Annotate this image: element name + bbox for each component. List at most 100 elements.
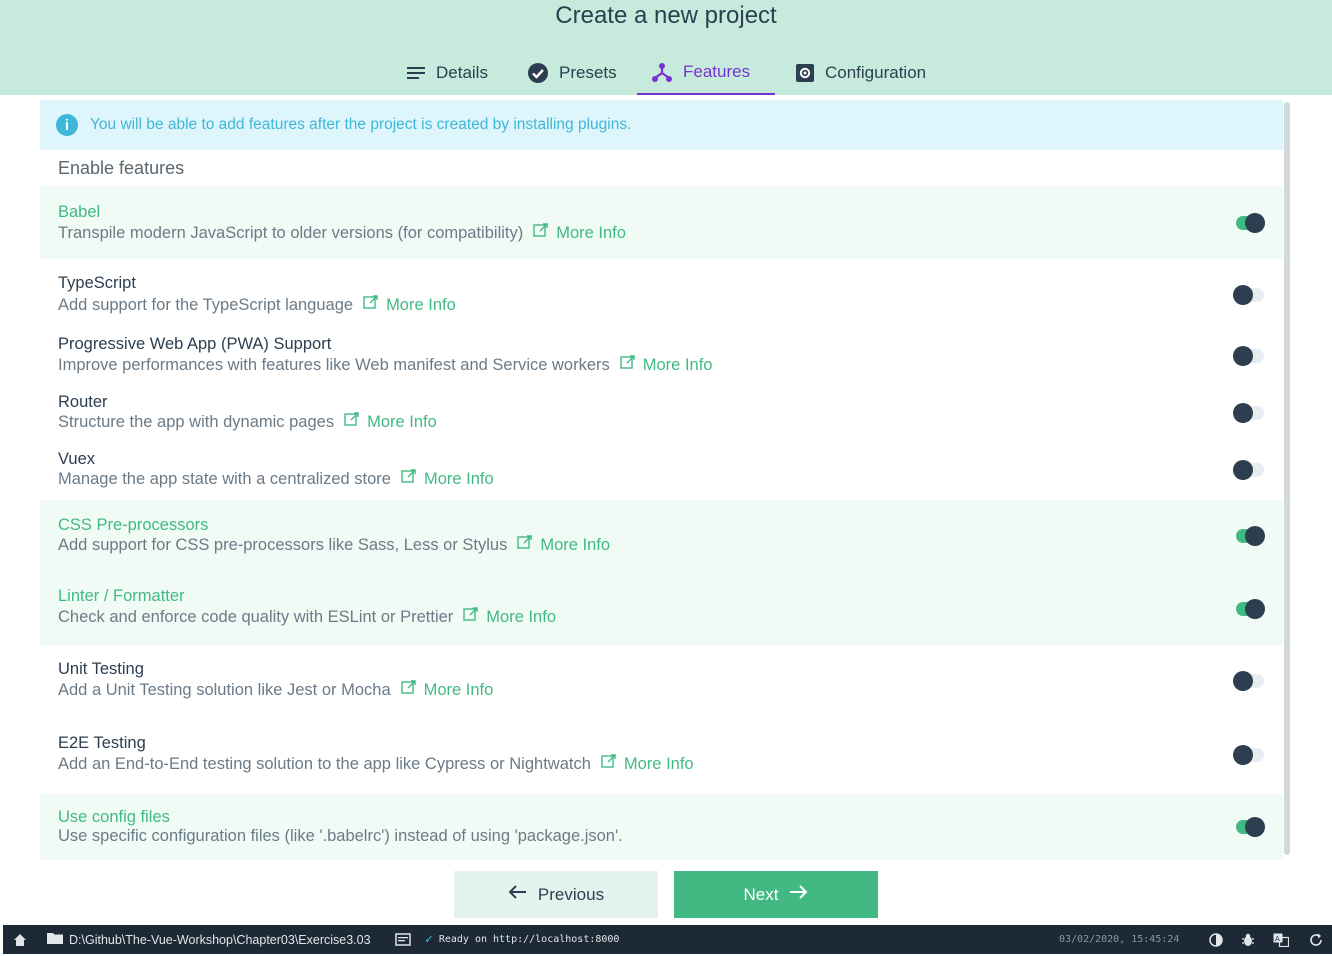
tab-details[interactable]: Details	[392, 50, 502, 95]
feature-toggle[interactable]	[1233, 599, 1265, 619]
feature-row[interactable]: Vuex Manage the app state with a centrali…	[40, 447, 1283, 497]
project-path[interactable]: D:\Github\The-Vue-Workshop\Chapter03\Exe…	[47, 925, 371, 954]
check-icon: ✓	[425, 932, 433, 947]
status-text: Ready on http://localhost:8000	[438, 934, 620, 945]
tab-presets[interactable]: Presets	[513, 50, 631, 95]
external-link-icon[interactable]	[344, 412, 359, 432]
feature-toggle[interactable]	[1233, 817, 1265, 837]
more-info-link[interactable]: More Info	[486, 608, 556, 627]
tab-features[interactable]: Features	[637, 50, 775, 95]
feature-row[interactable]: E2E Testing Add an End-to-End testing sol…	[40, 731, 1283, 781]
page-title: Create a new project	[555, 2, 777, 29]
feature-toggle[interactable]	[1233, 745, 1265, 765]
path-text: D:\Github\The-Vue-Workshop\Chapter03\Exe…	[69, 932, 371, 947]
toggle-knob	[1233, 460, 1253, 480]
feature-description: Add support for CSS pre-processors like …	[58, 535, 610, 555]
feature-row[interactable]: Progressive Web App (PWA) Support Improve…	[40, 332, 1283, 382]
tab-label: Features	[683, 61, 751, 81]
status-bar: D:\Github\The-Vue-Workshop\Chapter03\Exe…	[3, 925, 1332, 954]
external-link-icon[interactable]	[517, 535, 533, 555]
feature-name: E2E Testing	[58, 734, 146, 752]
home-icon[interactable]	[13, 925, 27, 954]
previous-button[interactable]: Previous	[454, 871, 658, 918]
feature-description-text: Structure the app with dynamic pages	[58, 412, 335, 431]
arrow-right-icon	[788, 884, 808, 905]
toggle-knob	[1233, 285, 1253, 305]
feature-description-text: Improve performances with features like …	[58, 355, 610, 374]
feature-description: Structure the app with dynamic pages More…	[58, 412, 437, 432]
toggle-knob	[1233, 671, 1253, 691]
feature-description: Improve performances with features like …	[58, 355, 712, 375]
toggle-knob	[1245, 213, 1265, 233]
feature-name: Progressive Web App (PWA) Support	[58, 335, 332, 353]
tab-label: Presets	[559, 62, 617, 82]
next-button[interactable]: Next	[674, 871, 878, 918]
more-info-link[interactable]: More Info	[424, 681, 494, 700]
external-link-icon[interactable]	[601, 754, 616, 774]
feature-description-text: Transpile modern JavaScript to older ver…	[58, 223, 524, 242]
feature-name: Router	[58, 393, 108, 411]
server-status[interactable]: ✓ Ready on http://localhost:8000	[425, 925, 619, 954]
feature-name: Use config files	[58, 808, 170, 826]
console-icon[interactable]	[395, 925, 411, 954]
translate-icon[interactable]: A	[1273, 925, 1289, 954]
next-label: Next	[743, 884, 779, 904]
external-link-icon[interactable]	[363, 295, 378, 315]
feature-row[interactable]: Unit Testing Add a Unit Testing solution …	[40, 657, 1283, 707]
scrollbar[interactable]	[1284, 102, 1290, 855]
feature-description: Add support for the TypeScript language M…	[58, 295, 456, 315]
features-panel: i You will be able to add features after…	[40, 100, 1283, 860]
folder-icon	[47, 932, 63, 947]
feature-description: Use specific configuration files (like '…	[58, 827, 623, 846]
feature-description: Check and enforce code quality with ESLi…	[58, 607, 556, 627]
tab-configuration[interactable]: Configuration	[781, 50, 940, 95]
feature-toggle[interactable]	[1233, 403, 1265, 423]
feature-description-text: Add support for CSS pre-processors like …	[58, 535, 508, 554]
external-link-icon[interactable]	[533, 223, 548, 243]
refresh-icon[interactable]	[1309, 925, 1323, 954]
more-info-link[interactable]: More Info	[624, 755, 694, 774]
feature-row[interactable]: Linter / Formatter Check and enforce code…	[40, 571, 1283, 645]
feature-name: TypeScript	[58, 274, 136, 292]
feature-toggle[interactable]	[1233, 526, 1265, 546]
feature-description-text: Add support for the TypeScript language	[58, 295, 354, 314]
external-link-icon[interactable]	[400, 680, 416, 700]
more-info-link[interactable]: More Info	[367, 413, 437, 432]
feature-toggle[interactable]	[1233, 460, 1265, 480]
more-info-link[interactable]: More Info	[540, 536, 610, 555]
feature-name: Unit Testing	[58, 660, 144, 678]
feature-row[interactable]: Router Structure the app with dynamic pag…	[40, 390, 1283, 440]
more-info-link[interactable]: More Info	[643, 356, 713, 375]
header: Create a new project Details Presets Fea…	[0, 0, 1332, 95]
toggle-knob	[1245, 599, 1265, 619]
external-link-icon[interactable]	[463, 607, 478, 627]
feature-description-text: Add a Unit Testing solution like Jest or…	[58, 680, 391, 699]
feature-row[interactable]: Use config files Use specific configurati…	[40, 794, 1283, 860]
feature-toggle[interactable]	[1233, 346, 1265, 366]
previous-label: Previous	[537, 884, 605, 904]
external-link-icon[interactable]	[620, 355, 635, 375]
feature-description: Add a Unit Testing solution like Jest or…	[58, 680, 493, 700]
section-title: Enable features	[58, 158, 185, 178]
bug-icon[interactable]	[1241, 925, 1255, 954]
more-info-link[interactable]: More Info	[386, 296, 456, 315]
check-circle-icon	[527, 62, 549, 84]
feature-toggle[interactable]	[1233, 671, 1265, 691]
contrast-icon[interactable]	[1209, 925, 1223, 954]
svg-text:A: A	[1275, 935, 1280, 943]
toggle-knob	[1245, 817, 1265, 837]
feature-description-text: Check and enforce code quality with ESLi…	[58, 607, 454, 626]
feature-row[interactable]: CSS Pre-processors Add support for CSS pr…	[40, 500, 1283, 571]
info-text: You will be able to add features after t…	[90, 116, 632, 133]
more-info-link[interactable]: More Info	[556, 224, 626, 243]
feature-name: Babel	[58, 203, 101, 221]
feature-toggle[interactable]	[1233, 285, 1265, 305]
feature-name: Linter / Formatter	[58, 587, 185, 605]
feature-row[interactable]: Babel Transpile modern JavaScript to olde…	[40, 186, 1283, 259]
feature-row[interactable]: TypeScript Add support for the TypeScript…	[40, 272, 1283, 322]
external-link-icon[interactable]	[401, 469, 416, 489]
more-info-link[interactable]: More Info	[424, 470, 494, 489]
feature-toggle[interactable]	[1233, 213, 1265, 233]
feature-name: Vuex	[58, 450, 95, 468]
arrow-left-icon	[508, 884, 528, 905]
